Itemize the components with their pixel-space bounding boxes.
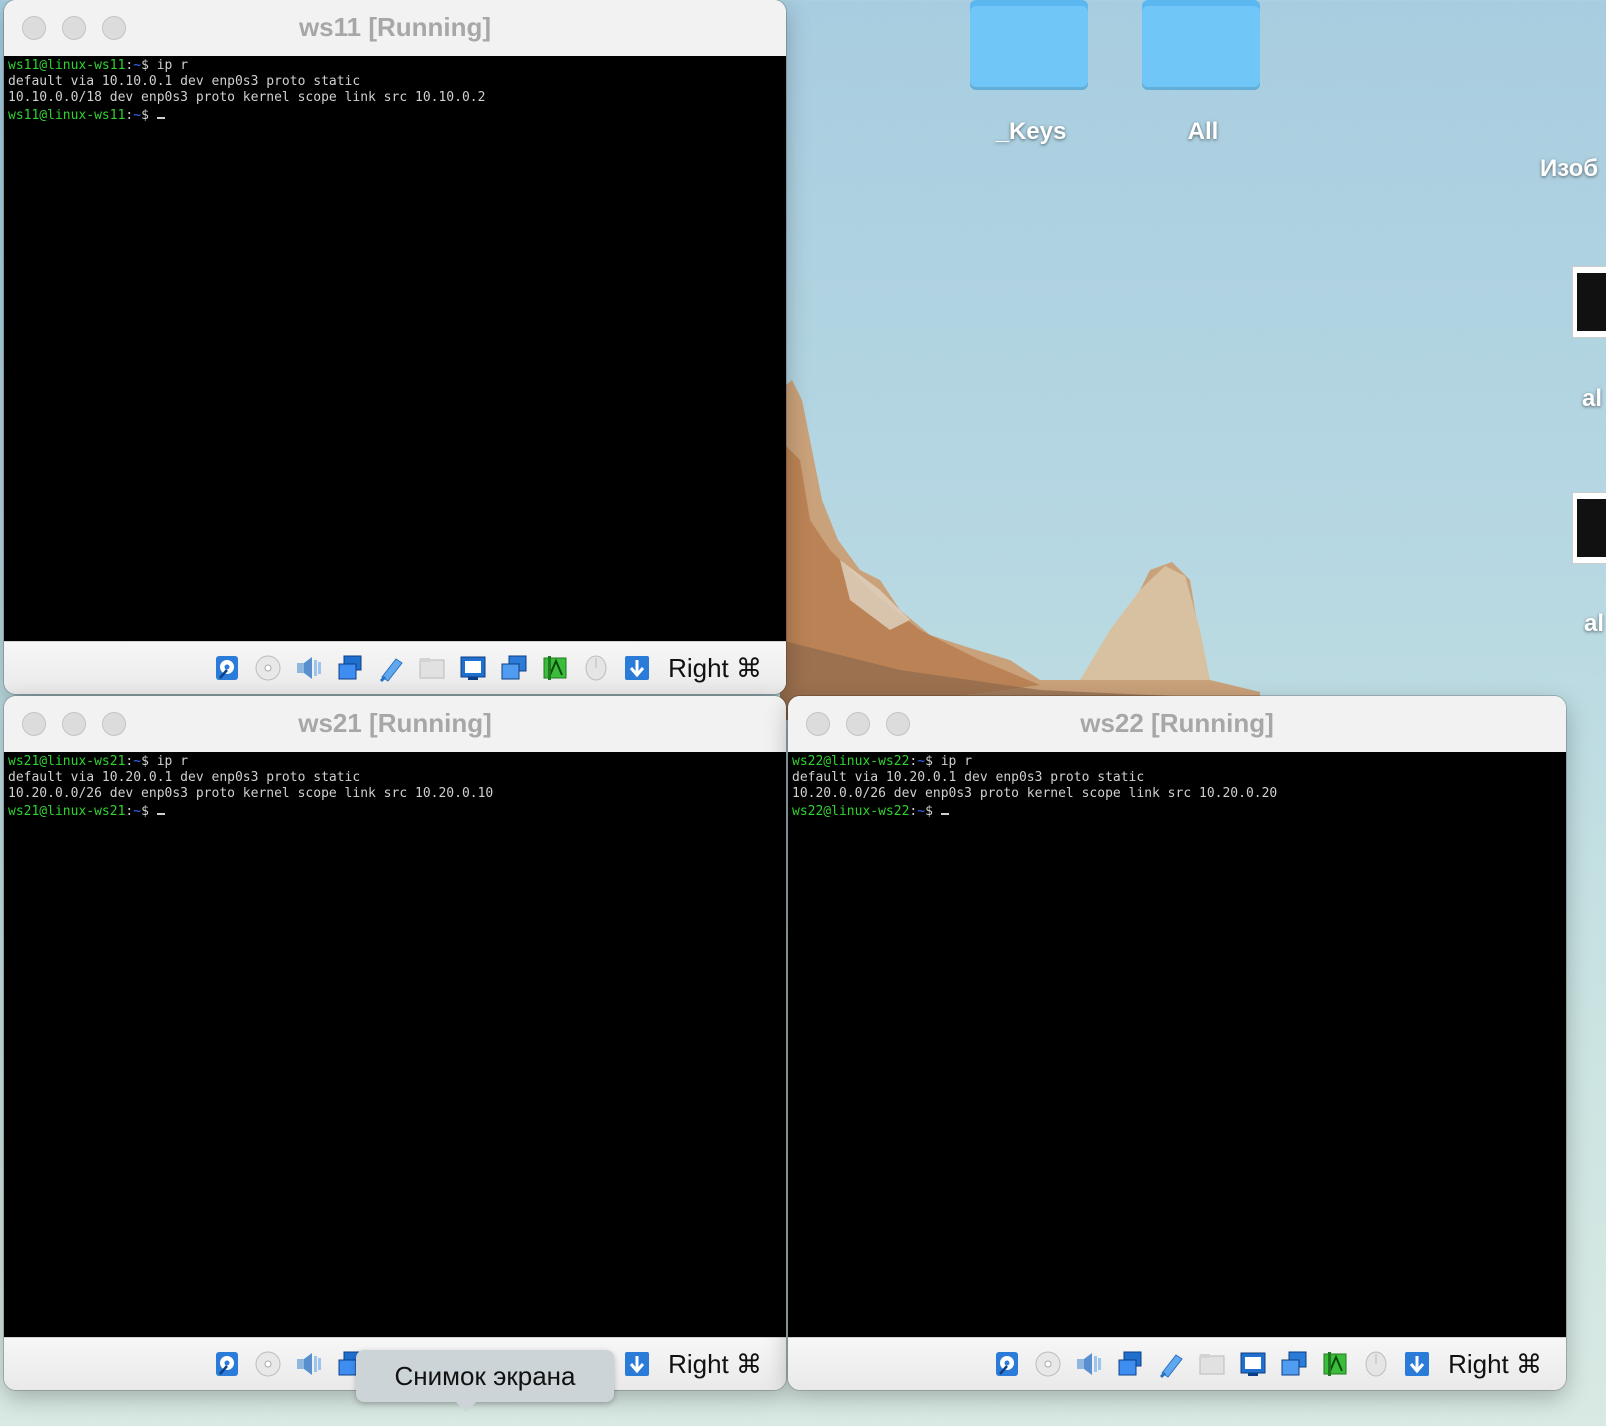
network-icon[interactable] [1114,1348,1146,1380]
vm-window-1[interactable]: ws11 [Running] ws11@linux-ws11:~$ ip r def… [4,0,786,694]
prompt-command: $ [925,804,941,819]
prompt-user: ws11@linux-ws11 [8,58,126,73]
folder-label: _Keys [995,118,1067,145]
screen-capture-icon[interactable] [498,652,530,684]
optical-disc-icon[interactable] [252,1348,284,1380]
desktop-item-label[interactable]: Изоб [1540,155,1598,183]
desktop-wallpaper-rocks [780,380,1260,720]
desktop-file-thumbnail[interactable] [1572,492,1606,564]
window-titlebar[interactable]: ws22 [Running] [788,696,1566,753]
terminal-screen[interactable]: ws22@linux-ws22:~$ ip r default via 10.20… [788,752,1566,1338]
network-icon[interactable] [334,652,366,684]
prompt-path: ~ [133,58,142,73]
prompt-command: $ ip r [141,58,189,73]
host-key-label: Right ⌘ [668,1348,762,1379]
terminal-line: ws21@linux-ws21:~$ [8,802,786,820]
audio-icon[interactable] [293,652,325,684]
desktop-item-label[interactable]: al [1584,610,1604,638]
desktop-item-label[interactable]: al [1582,385,1602,413]
prompt-user: ws21@linux-ws21 [8,754,126,769]
terminal-line: default via 10.20.0.1 dev enp0s3 proto s… [8,770,361,785]
prompt-path: ~ [133,804,142,819]
mouse-integration-icon[interactable] [1360,1348,1392,1380]
prompt-path: ~ [917,804,926,819]
tooltip-text: Снимок экрана [394,1361,576,1391]
display-icon[interactable] [1237,1348,1269,1380]
folder-icon [1142,0,1260,90]
window-title: ws11 [Running] [298,12,492,42]
terminal-line: 10.20.0.0/26 dev enp0s3 proto kernel sco… [8,786,494,801]
shared-folder-icon[interactable] [416,652,448,684]
terminal-screen[interactable]: ws21@linux-ws21:~$ ip r default via 10.20… [4,752,786,1338]
arrow-down-icon[interactable] [1401,1348,1433,1380]
desktop-folder-keys[interactable]: _Keys [970,0,1092,146]
vm-window-2[interactable]: ws21 [Running] ws21@linux-ws21:~$ ip r def… [4,696,786,1390]
vm-window-3[interactable]: ws22 [Running] ws22@linux-ws22:~$ ip r def… [788,696,1566,1390]
prompt-command: $ [141,804,157,819]
desktop-folder-all[interactable]: All [1142,0,1264,146]
window-title: ws22 [Running] [1080,708,1274,738]
optical-disc-icon[interactable] [252,652,284,684]
terminal-line: ws21@linux-ws21:~$ ip r [8,754,786,770]
arrow-down-icon[interactable] [621,1348,653,1380]
prompt-user: ws11@linux-ws11 [8,108,126,123]
optical-disc-icon[interactable] [1032,1348,1064,1380]
audio-icon[interactable] [293,1348,325,1380]
prompt-command: $ ip r [141,754,189,769]
terminal-line: 10.20.0.0/26 dev enp0s3 proto kernel sco… [792,786,1278,801]
prompt-user: ws21@linux-ws21 [8,804,126,819]
screen-capture-icon[interactable] [1278,1348,1310,1380]
hard-disk-icon[interactable] [211,652,243,684]
recording-icon[interactable] [1319,1348,1351,1380]
terminal-line: ws22@linux-ws22:~$ [792,802,1566,820]
terminal-line: 10.10.0.0/18 dev enp0s3 proto kernel sco… [8,90,486,105]
usb-icon[interactable] [375,652,407,684]
terminal-line: ws11@linux-ws11:~$ ip r [8,58,786,74]
prompt-command: $ ip r [925,754,973,769]
arrow-down-icon[interactable] [621,652,653,684]
terminal-screen[interactable]: ws11@linux-ws11:~$ ip r default via 10.10… [4,56,786,642]
audio-icon[interactable] [1073,1348,1105,1380]
folder-label: All [1187,118,1219,145]
host-key-label: Right ⌘ [1448,1348,1542,1379]
vm-status-bar: Right ⌘ [4,641,786,694]
folder-icon [970,0,1088,90]
prompt-user: ws22@linux-ws22 [792,804,910,819]
terminal-line: default via 10.20.0.1 dev enp0s3 proto s… [792,770,1145,785]
prompt-command: $ [141,108,157,123]
shared-folder-icon[interactable] [1196,1348,1228,1380]
desktop-file-thumbnail[interactable] [1572,266,1606,338]
vm-status-bar: Right ⌘ [788,1337,1566,1390]
window-titlebar[interactable]: ws21 [Running] [4,696,786,753]
text-cursor [156,106,165,119]
window-title: ws21 [Running] [298,708,492,738]
terminal-line: default via 10.10.0.1 dev enp0s3 proto s… [8,74,361,89]
terminal-line: ws22@linux-ws22:~$ ip r [792,754,1566,770]
hard-disk-icon[interactable] [991,1348,1023,1380]
mouse-integration-icon[interactable] [580,652,612,684]
prompt-path: ~ [917,754,926,769]
prompt-user: ws22@linux-ws22 [792,754,910,769]
hard-disk-icon[interactable] [211,1348,243,1380]
recording-icon[interactable] [539,652,571,684]
text-cursor [156,802,165,815]
text-cursor [940,802,949,815]
tooltip: Снимок экрана [356,1350,614,1412]
display-icon[interactable] [457,652,489,684]
host-key-label: Right ⌘ [668,652,762,683]
prompt-path: ~ [133,108,142,123]
window-titlebar[interactable]: ws11 [Running] [4,0,786,57]
terminal-line: ws11@linux-ws11:~$ [8,106,786,124]
usb-icon[interactable] [1155,1348,1187,1380]
prompt-path: ~ [133,754,142,769]
